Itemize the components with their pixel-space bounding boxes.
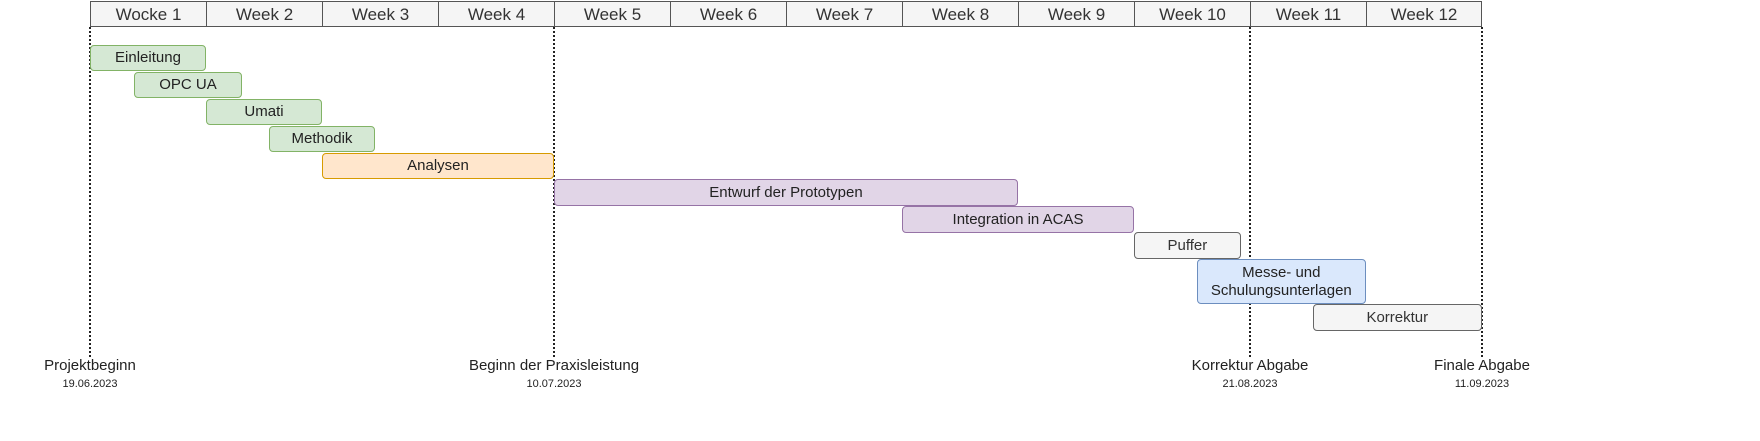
task-bar: Korrektur — [1312, 304, 1482, 331]
task-label: Messe- und Schulungsunterlagen — [1210, 263, 1352, 299]
task-label: Korrektur — [1366, 308, 1429, 326]
task-label: Methodik — [291, 130, 353, 147]
week-header: Week 12 — [1366, 1, 1482, 27]
milestone-label: Beginn der Praxisleistung — [468, 357, 640, 374]
task-label: Analysen — [407, 157, 469, 174]
task-label: OPC UA — [159, 76, 217, 93]
milestone-line — [89, 27, 91, 357]
task-bar: Entwurf der Prototypen — [554, 179, 1018, 206]
task-bar: Messe- und Schulungsunterlagen — [1196, 259, 1366, 304]
week-header: Week 10 — [1134, 1, 1250, 27]
milestone-date: 21.08.2023 — [1222, 378, 1278, 390]
milestone-label: Finale Abgabe — [1434, 357, 1530, 374]
task-bar: Integration in ACAS — [902, 206, 1134, 233]
task-bar: Einleitung — [90, 45, 206, 71]
gantt-chart: Wocke 1 Week 2 Week 3 Week 4 Week 5 Week 6 Wee… — [0, 0, 1760, 441]
week-header: Week 9 — [1018, 1, 1134, 27]
task-bar: Puffer — [1134, 232, 1241, 259]
week-header: Week 11 — [1250, 1, 1366, 27]
week-header: Wocke 1 — [90, 1, 206, 27]
week-header: Week 3 — [322, 1, 438, 27]
task-bar: Analysen — [322, 153, 554, 179]
milestone-label: Projektbeginn — [44, 357, 136, 374]
week-header: Week 6 — [670, 1, 786, 27]
milestone-label: Korrektur Abgabe — [1191, 357, 1309, 374]
milestone-date: 11.09.2023 — [1454, 378, 1510, 390]
week-header: Week 7 — [786, 1, 902, 27]
milestone-date: 10.07.2023 — [526, 378, 582, 390]
task-label: Einleitung — [115, 49, 181, 66]
week-header: Week 2 — [206, 1, 322, 27]
task-bar: Umati — [206, 99, 322, 125]
task-bar: OPC UA — [134, 72, 242, 98]
milestone-line — [1249, 27, 1251, 357]
task-label: Integration in ACAS — [952, 210, 1084, 228]
week-header: Week 8 — [902, 1, 1018, 27]
task-label: Entwurf der Prototypen — [709, 183, 863, 201]
week-header: Week 4 — [438, 1, 554, 27]
task-label: Puffer — [1167, 236, 1208, 254]
task-label: Umati — [244, 103, 284, 120]
task-bar: Methodik — [268, 126, 376, 152]
week-header: Week 5 — [554, 1, 670, 27]
milestone-date: 19.06.2023 — [62, 378, 118, 390]
